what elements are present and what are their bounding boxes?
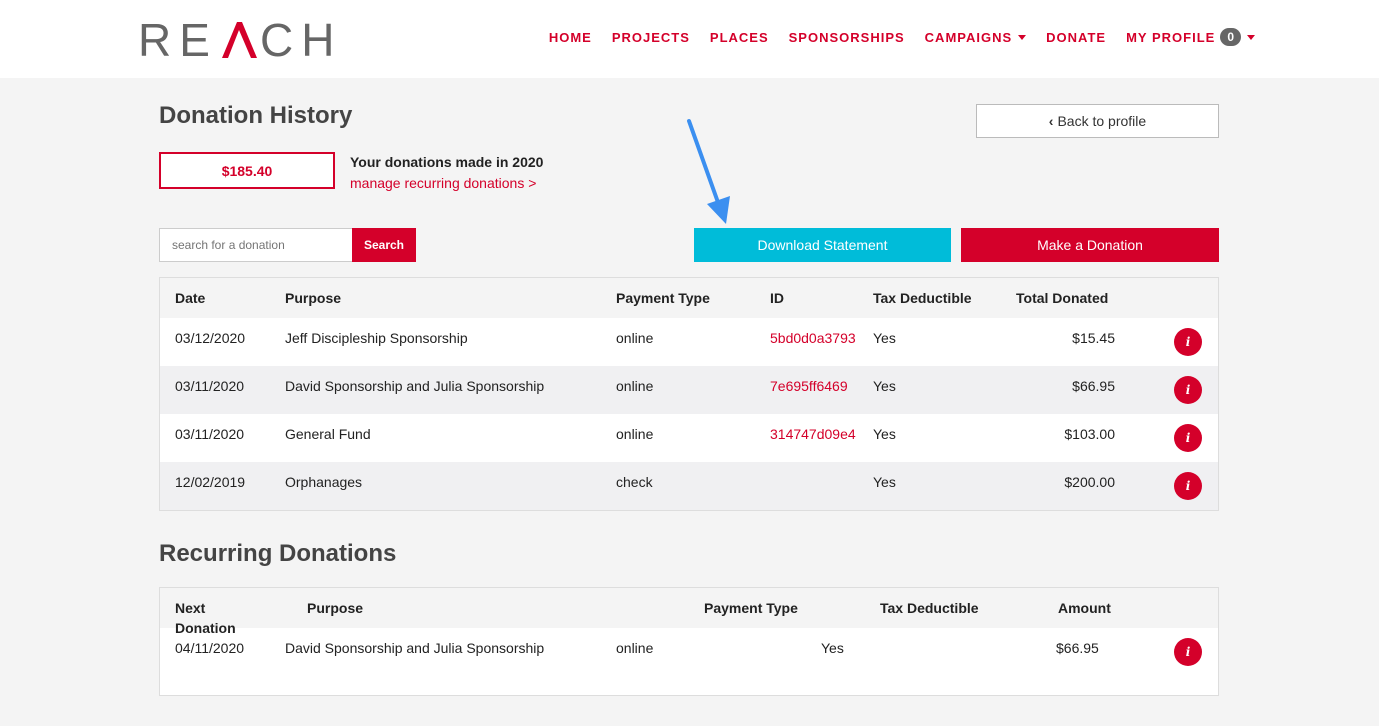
row-id-link[interactable]: 5bd0d0a3793 <box>770 330 856 346</box>
row-purpose: General Fund <box>285 426 371 442</box>
download-statement-button[interactable]: Download Statement <box>694 228 951 262</box>
row-tax: Yes <box>873 378 896 394</box>
arrow-annotation-icon <box>687 119 730 224</box>
row-tax: Yes <box>873 330 896 346</box>
profile-badge: 0 <box>1220 28 1241 46</box>
donation-history-table: Date Purpose Payment Type ID Tax Deducti… <box>159 277 1219 511</box>
row-tax: Yes <box>821 640 844 656</box>
row-payment: online <box>616 426 654 442</box>
back-to-profile-label: Back to profile <box>1057 113 1147 129</box>
site-header: RE CH HOME PROJECTS PLACES SPONSORSHIPS … <box>0 0 1379 78</box>
col-payment: Payment Type <box>704 600 798 616</box>
row-total: $200.00 <box>1064 474 1115 490</box>
manage-recurring-link[interactable]: manage recurring donations > <box>350 175 536 191</box>
row-total: $103.00 <box>1064 426 1115 442</box>
nav-sponsorships[interactable]: SPONSORSHIPS <box>789 30 905 45</box>
nav-my-profile[interactable]: MY PROFILE 0 <box>1126 28 1255 46</box>
nav-profile-label: MY PROFILE <box>1126 29 1216 45</box>
make-donation-button[interactable]: Make a Donation <box>961 228 1219 262</box>
total-donations-amount: $185.40 <box>159 152 335 189</box>
caret-down-icon <box>1018 34 1027 40</box>
row-amount: $66.95 <box>1056 640 1099 656</box>
svg-text:RE: RE <box>138 20 218 60</box>
recurring-donations-table: Next Donation Purpose Payment Type Tax De… <box>159 587 1219 696</box>
row-payment: online <box>616 640 654 656</box>
info-icon[interactable]: i <box>1174 328 1202 356</box>
main-nav: HOME PROJECTS PLACES SPONSORSHIPS CAMPAI… <box>529 28 1255 46</box>
back-to-profile-button[interactable]: ‹ Back to profile <box>976 104 1219 138</box>
table-row: 12/02/2019 Orphanages check Yes $200.00 … <box>160 462 1218 510</box>
info-icon[interactable]: i <box>1174 376 1202 404</box>
search-input[interactable] <box>159 228 353 262</box>
total-donations-caption: Your donations made in 2020 <box>350 154 544 170</box>
row-date: 03/12/2020 <box>175 330 246 346</box>
nav-home[interactable]: HOME <box>549 30 592 45</box>
row-date: 12/02/2019 <box>175 474 246 490</box>
row-purpose: Jeff Discipleship Sponsorship <box>285 330 468 346</box>
row-purpose: Orphanages <box>285 474 363 490</box>
row-date: 03/11/2020 <box>175 378 245 394</box>
reach-logo-mark: RE CH <box>138 20 342 60</box>
nav-campaigns-label: CAMPAIGNS <box>924 29 1013 45</box>
reach-logo[interactable]: RE CH <box>138 18 350 62</box>
col-tax: Tax Deductible <box>880 600 979 616</box>
col-id: ID <box>770 290 784 306</box>
row-id-link[interactable]: 314747d09e4 <box>770 426 856 442</box>
row-date: 03/11/2020 <box>175 426 245 442</box>
chevron-left-icon: ‹ <box>1048 113 1054 129</box>
row-purpose: David Sponsorship and Julia Sponsorship <box>285 640 545 656</box>
recurring-title: Recurring Donations <box>159 540 397 567</box>
row-payment: online <box>616 378 654 394</box>
row-payment: check <box>616 474 653 490</box>
col-amount: Amount <box>1058 600 1111 616</box>
row-tax: Yes <box>873 474 896 490</box>
row-total: $66.95 <box>1072 378 1115 394</box>
col-purpose: Purpose <box>307 600 364 616</box>
row-id-link[interactable]: 7e695ff6469 <box>770 378 848 394</box>
nav-campaigns[interactable]: CAMPAIGNS <box>924 29 1027 45</box>
col-next-line1: Next <box>175 600 206 616</box>
table-row: 04/11/2020 David Sponsorship and Julia S… <box>160 628 1218 676</box>
table-row: 03/11/2020 David Sponsorship and Julia S… <box>160 366 1218 414</box>
caret-down-icon <box>1247 34 1255 40</box>
col-total: Total Donated <box>1016 290 1109 306</box>
row-tax: Yes <box>873 426 896 442</box>
info-icon[interactable]: i <box>1174 424 1202 452</box>
info-icon[interactable]: i <box>1174 472 1202 500</box>
row-next-date: 04/11/2020 <box>175 640 245 656</box>
col-purpose: Purpose <box>285 290 342 306</box>
nav-places[interactable]: PLACES <box>710 30 769 45</box>
table-header-row: Date Purpose Payment Type ID Tax Deducti… <box>160 278 1218 318</box>
info-icon[interactable]: i <box>1174 638 1202 666</box>
search-button[interactable]: Search <box>352 228 416 262</box>
col-tax: Tax Deductible <box>873 290 972 306</box>
col-date: Date <box>175 290 206 306</box>
table-row: 03/11/2020 General Fund online 314747d09… <box>160 414 1218 462</box>
row-total: $15.45 <box>1072 330 1115 346</box>
page-title: Donation History <box>159 102 353 129</box>
row-payment: online <box>616 330 654 346</box>
table-header-row: Next Donation Purpose Payment Type Tax De… <box>160 588 1218 636</box>
table-row: 03/12/2020 Jeff Discipleship Sponsorship… <box>160 318 1218 366</box>
nav-donate[interactable]: DONATE <box>1046 30 1106 45</box>
row-purpose: David Sponsorship and Julia Sponsorship <box>285 378 545 394</box>
col-payment: Payment Type <box>616 290 710 306</box>
svg-text:CH: CH <box>260 20 342 60</box>
nav-projects[interactable]: PROJECTS <box>612 30 690 45</box>
